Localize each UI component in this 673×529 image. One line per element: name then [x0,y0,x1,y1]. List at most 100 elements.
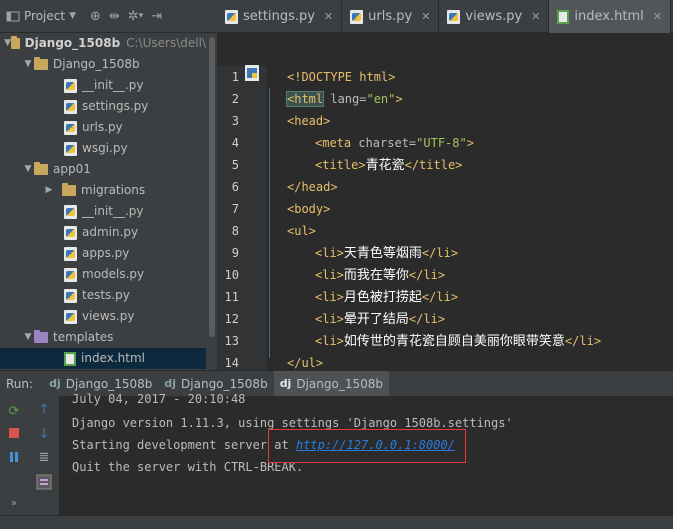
tree-item-package[interactable]: ▼ Django_1508b [0,54,206,75]
console-line: July 04, 2017 - 20:10:48 [72,392,246,406]
django-icon: dj [164,377,177,390]
tag: <body> [287,202,331,216]
scroll-down-icon[interactable]: 🡓 [36,426,52,442]
text-content: 晕开了结局 [343,312,409,327]
python-file-icon [64,141,77,156]
more-icon[interactable]: » [6,496,22,512]
line-number: 5 [231,158,239,172]
editor-tab-bar: settings.py ✕ urls.py ✕ views.py ✕ index… [217,0,673,33]
tree-item-app[interactable]: ▼ app01 [0,159,206,180]
tree-item-label: urls.py [82,120,123,134]
tab-settings-py[interactable]: settings.py ✕ [217,0,343,33]
tag: </title> [404,158,463,172]
indent-guide [269,88,270,358]
expanded-arrow-icon[interactable]: ▼ [4,33,11,54]
tab-index-html[interactable]: index.html ✕ [549,0,671,33]
tag: </li> [421,246,459,260]
expanded-arrow-icon[interactable]: ▼ [22,159,34,180]
console-text: Starting development server at [72,438,296,452]
code-line: <head> [287,110,330,132]
tree-item-file[interactable]: tests.py [0,285,206,306]
python-file-icon [64,225,77,240]
tree-item-file[interactable]: urls.py [0,117,206,138]
sync-icon[interactable]: ⊕ [90,9,101,24]
rerun-icon[interactable]: ⟳ [6,404,22,420]
tag: </li> [421,290,459,304]
tag: <li> [315,290,344,304]
tree-item-file[interactable]: __init__.py [0,75,206,96]
tree-item-templates[interactable]: ▼ templates [0,327,206,348]
editor-gutter: 1 2 3 4 5 6 7 8 9 10 11 12 13 14 [217,66,283,370]
code-line: <body> [287,198,330,220]
pause-icon[interactable] [6,450,22,466]
tree-item-file[interactable]: __init__.py [0,201,206,222]
line-number: 9 [231,246,239,260]
tree-item-label: models.py [82,267,145,281]
settings-dropdown-icon[interactable]: ▾ [139,11,144,21]
tree-item-file[interactable]: views.py [0,306,206,327]
tag: </li> [408,312,446,326]
html-file-icon [64,351,76,366]
run-tab-3[interactable]: dj Django_1508b [273,370,389,397]
expanded-arrow-icon[interactable]: ▼ [22,54,34,75]
tree-item-label: wsgi.py [82,141,128,155]
line-number: 1 [231,70,239,84]
tag: <li> [315,312,344,326]
tag: <head> [287,114,331,128]
tree-item-label: views.py [82,309,135,323]
tag: </li> [564,334,602,348]
tree-item-folder[interactable]: ▶ migrations [0,180,206,201]
project-view-selector[interactable]: Project ▼ [6,9,76,23]
close-icon[interactable]: ✕ [324,10,333,23]
python-file-icon [350,9,364,24]
code-line: <ul> [287,220,316,242]
tab-label: urls.py [368,9,413,24]
tree-item-project-root[interactable]: ▼ Django_1508b C:\Users\dell\ [0,33,206,54]
tab-views-py[interactable]: views.py ✕ [439,0,550,33]
project-scrollbar[interactable] [207,33,217,370]
text-content: 而我在等你 [343,268,409,283]
tree-item-selected-file[interactable]: index.html [0,348,206,369]
close-icon[interactable]: ✕ [531,10,540,23]
doctype: <!DOCTYPE html> [287,70,396,84]
expanded-arrow-icon[interactable]: ▼ [22,327,34,348]
line-number: 13 [224,334,239,348]
text-content: 如传世的青花瓷自顾自美丽你眼带笑意 [343,334,565,349]
code-line: <li>如传世的青花瓷自顾自美丽你眼带笑意</li> [315,330,601,352]
tree-item-label: index.html [81,351,145,365]
tree-item-file[interactable]: models.py [0,264,206,285]
tree-item-file[interactable]: admin.py [0,222,206,243]
tree-item-file[interactable]: wsgi.py [0,138,206,159]
scroll-up-icon[interactable]: 🡑 [36,402,52,418]
stop-icon[interactable] [6,426,22,442]
scrollbar-thumb[interactable] [209,37,215,337]
django-icon: dj [49,377,61,390]
text-content: 青花瓷 [365,158,405,173]
collapse-all-icon[interactable]: ⇹ [109,9,120,24]
gear-icon[interactable]: ✲ [128,9,139,24]
folder-icon [62,183,76,196]
tree-item-label: Django_1508b [24,36,121,50]
soft-wrap-icon[interactable]: ≣ [36,450,52,466]
scroll-to-end-icon[interactable] [36,474,52,490]
collapsed-arrow-icon[interactable]: ▶ [43,180,55,201]
tree-item-label: admin.py [82,225,139,239]
code-line: </head> [287,176,338,198]
run-tab-label: Django_1508b [65,376,153,391]
line-number: 8 [231,224,239,238]
tag: <li> [315,246,344,260]
code-line: <title>青花瓷</title> [315,154,462,176]
close-icon[interactable]: ✕ [653,10,662,23]
run-label: Run: [6,376,34,391]
python-file-icon [64,246,77,261]
tag: <meta [315,136,352,150]
line-number: 2 [231,92,239,106]
hide-panel-icon[interactable]: ⇥ [151,9,162,24]
tab-urls-py[interactable]: urls.py ✕ [342,0,440,33]
tree-item-file[interactable]: apps.py [0,243,206,264]
project-view-label: Project [24,9,66,23]
code-editor[interactable]: <!DOCTYPE html> <html lang="en"> <head> … [267,66,673,370]
close-icon[interactable]: ✕ [421,10,430,23]
tree-item-label: tests.py [82,288,130,302]
tree-item-file[interactable]: settings.py [0,96,206,117]
